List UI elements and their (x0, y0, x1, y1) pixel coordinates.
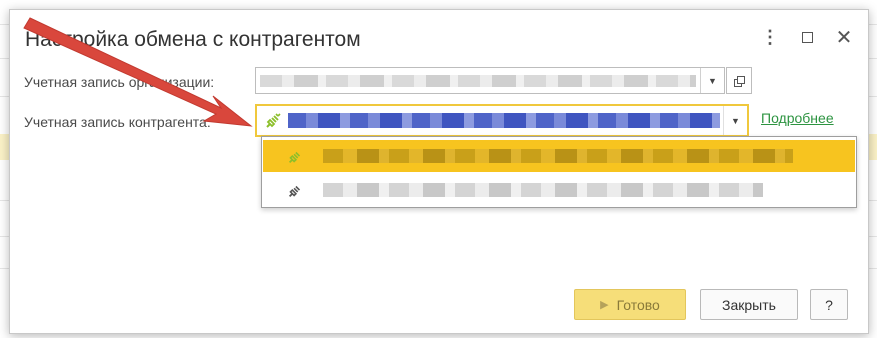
counterparty-dropdown-list (261, 136, 857, 208)
counterparty-account-label: Учетная запись контрагента: (24, 114, 211, 130)
more-details-link[interactable]: Подробнее (761, 110, 834, 126)
done-button-label: Готово (616, 296, 660, 313)
org-account-label: Учетная запись организации: (24, 74, 215, 90)
help-button[interactable]: ? (810, 289, 848, 320)
plug-icon (288, 185, 301, 198)
chevron-down-icon[interactable]: ▼ (723, 106, 747, 135)
close-button-label: Закрыть (722, 296, 776, 313)
dropdown-item-selected[interactable] (263, 140, 855, 172)
dropdown-item-text-redacted (323, 149, 793, 163)
play-icon: ▶ (600, 299, 609, 311)
plug-connected-icon (288, 151, 301, 164)
dropdown-item[interactable] (263, 174, 855, 206)
open-record-button[interactable] (726, 67, 752, 94)
close-button[interactable]: Закрыть (700, 289, 798, 320)
help-button-label: ? (825, 296, 833, 313)
dropdown-item-text-redacted (323, 183, 763, 197)
done-button[interactable]: ▶ Готово (574, 289, 686, 320)
org-account-value-redacted (260, 75, 696, 87)
counterparty-account-value-redacted (288, 113, 720, 128)
counterparty-account-field[interactable]: ▼ (255, 104, 749, 137)
more-vertical-icon[interactable]: ⋮ (758, 24, 782, 50)
close-icon[interactable]: ✕ (832, 24, 856, 50)
dialog-title: Настройка обмена с контрагентом (25, 28, 361, 51)
chevron-down-icon[interactable]: ▼ (700, 68, 724, 93)
org-account-field[interactable]: ▼ (255, 67, 725, 94)
exchange-settings-dialog: Настройка обмена с контрагентом ⋮ ✕ Учет… (9, 9, 869, 334)
plug-connected-icon (266, 113, 281, 128)
maximize-icon[interactable] (795, 24, 819, 50)
